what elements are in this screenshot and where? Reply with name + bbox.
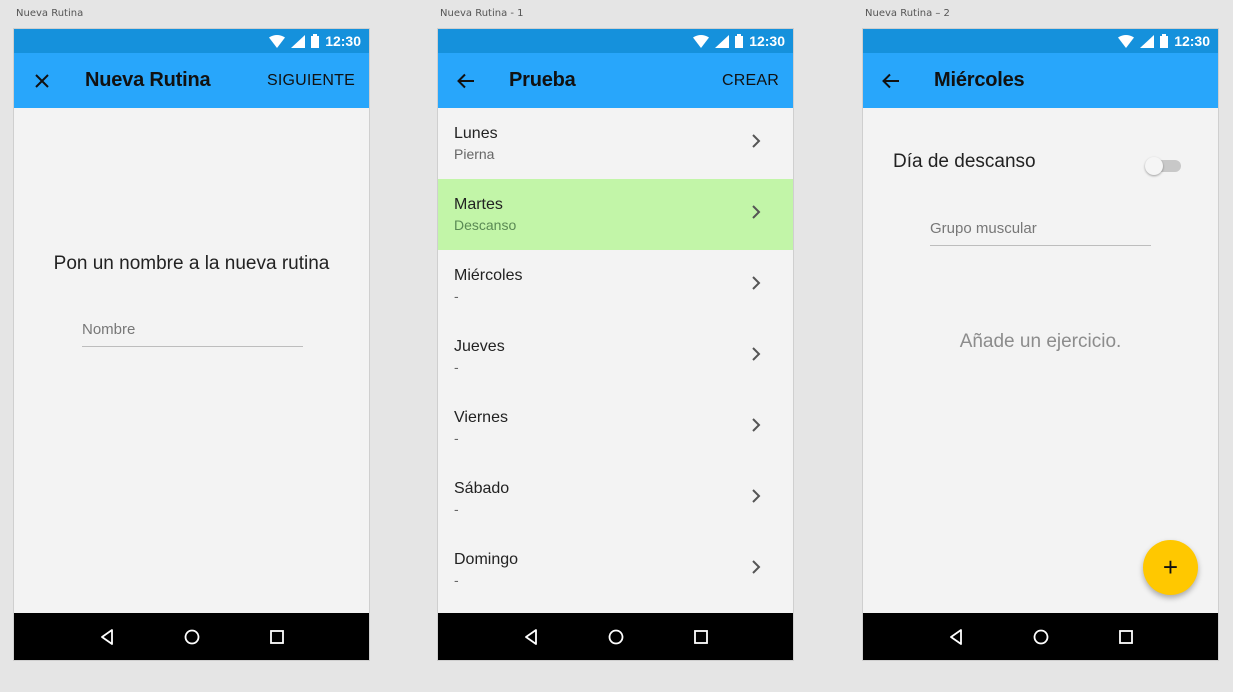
next-button[interactable]: SIGUIENTE xyxy=(267,72,355,90)
day-detail: Descanso xyxy=(454,217,517,233)
phone-screen-new-routine: 12:30 Nueva Rutina SIGUIENTE Pon un nomb… xyxy=(14,29,369,660)
content-area: Pon un nombre a la nueva rutina xyxy=(14,108,369,613)
nav-recents-icon[interactable] xyxy=(686,622,716,652)
signal-icon xyxy=(715,34,730,48)
status-bar: 12:30 xyxy=(438,29,793,53)
create-button[interactable]: CREAR xyxy=(722,72,779,90)
day-name: Viernes xyxy=(454,409,508,426)
day-detail: - xyxy=(454,430,459,446)
app-bar: Prueba CREAR xyxy=(438,53,793,108)
system-nav-bar xyxy=(438,613,793,660)
wifi-icon xyxy=(693,34,710,48)
list-item-day[interactable]: Viernes - xyxy=(438,392,793,463)
content-area: Día de descanso Añade un ejercicio. + xyxy=(863,108,1218,613)
empty-exercise-message: Añade un ejercicio. xyxy=(959,331,1122,352)
page-title: Miércoles xyxy=(934,69,1025,91)
app-bar: Nueva Rutina SIGUIENTE xyxy=(14,53,369,108)
add-exercise-button[interactable]: + xyxy=(1143,540,1198,595)
page-title: Nueva Rutina xyxy=(85,69,211,91)
day-name: Martes xyxy=(454,196,503,213)
day-detail: - xyxy=(454,288,459,304)
routine-name-input[interactable] xyxy=(82,321,303,338)
chevron-right-icon xyxy=(751,204,761,225)
wifi-icon xyxy=(269,34,286,48)
status-time: 12:30 xyxy=(325,33,361,49)
nav-home-icon[interactable] xyxy=(601,622,631,652)
status-bar: 12:30 xyxy=(863,29,1218,53)
phone-screen-routine-days: 12:30 Prueba CREAR Lunes Pierna Martes Des… xyxy=(438,29,793,660)
nav-back-icon[interactable] xyxy=(92,622,122,652)
list-item-day[interactable]: Lunes Pierna xyxy=(438,108,793,179)
day-list: Lunes Pierna Martes Descanso Miércoles - Ju… xyxy=(438,108,793,613)
day-detail: - xyxy=(454,572,459,588)
close-icon[interactable] xyxy=(14,73,70,88)
nav-back-icon[interactable] xyxy=(941,622,971,652)
artboard-label: Nueva Rutina - 1 xyxy=(440,8,524,19)
phone-screen-day-detail: 12:30 Miércoles Día de descanso Añade un… xyxy=(863,29,1218,660)
nav-recents-icon[interactable] xyxy=(1111,622,1141,652)
wifi-icon xyxy=(1118,34,1135,48)
chevron-right-icon xyxy=(751,346,761,367)
muscle-group-input[interactable] xyxy=(930,220,1151,237)
list-item-day[interactable]: Jueves - xyxy=(438,321,793,392)
status-bar: 12:30 xyxy=(14,29,369,53)
list-item-day[interactable]: Sábado - xyxy=(438,463,793,534)
nav-home-icon[interactable] xyxy=(177,622,207,652)
toggle-thumb xyxy=(1145,157,1163,175)
day-name: Jueves xyxy=(454,338,505,355)
routine-name-prompt: Pon un nombre a la nueva rutina xyxy=(53,253,330,274)
day-name: Lunes xyxy=(454,125,498,142)
battery-icon xyxy=(735,34,744,48)
day-detail: Pierna xyxy=(454,146,495,162)
artboard-label: Nueva Rutina – 2 xyxy=(865,8,950,19)
system-nav-bar xyxy=(863,613,1218,660)
rest-day-label: Día de descanso xyxy=(893,151,1036,172)
page-title: Prueba xyxy=(509,69,576,91)
nav-home-icon[interactable] xyxy=(1026,622,1056,652)
plus-icon: + xyxy=(1162,552,1179,582)
status-time: 12:30 xyxy=(1174,33,1210,49)
chevron-right-icon xyxy=(751,488,761,509)
system-nav-bar xyxy=(14,613,369,660)
nav-back-icon[interactable] xyxy=(516,622,546,652)
signal-icon xyxy=(1140,34,1155,48)
day-name: Miércoles xyxy=(454,267,523,284)
routine-name-field[interactable] xyxy=(82,321,303,347)
day-detail: - xyxy=(454,359,459,375)
signal-icon xyxy=(291,34,306,48)
chevron-right-icon xyxy=(751,559,761,580)
arrow-back-icon[interactable] xyxy=(863,73,919,89)
status-time: 12:30 xyxy=(749,33,785,49)
day-name: Sábado xyxy=(454,480,510,497)
battery-icon xyxy=(311,34,320,48)
list-item-day[interactable]: Miércoles - xyxy=(438,250,793,321)
battery-icon xyxy=(1160,34,1169,48)
artboard-label: Nueva Rutina xyxy=(16,8,84,19)
chevron-right-icon xyxy=(751,133,761,154)
app-bar: Miércoles xyxy=(863,53,1218,108)
chevron-right-icon xyxy=(751,275,761,296)
day-name: Domingo xyxy=(454,551,519,568)
day-detail: - xyxy=(454,501,459,517)
arrow-back-icon[interactable] xyxy=(438,73,494,89)
list-item-day-selected[interactable]: Martes Descanso xyxy=(438,179,793,250)
rest-day-toggle[interactable] xyxy=(1145,157,1181,175)
chevron-right-icon xyxy=(751,417,761,438)
nav-recents-icon[interactable] xyxy=(262,622,292,652)
muscle-group-field[interactable] xyxy=(930,220,1151,246)
list-item-day[interactable]: Domingo - xyxy=(438,534,793,605)
